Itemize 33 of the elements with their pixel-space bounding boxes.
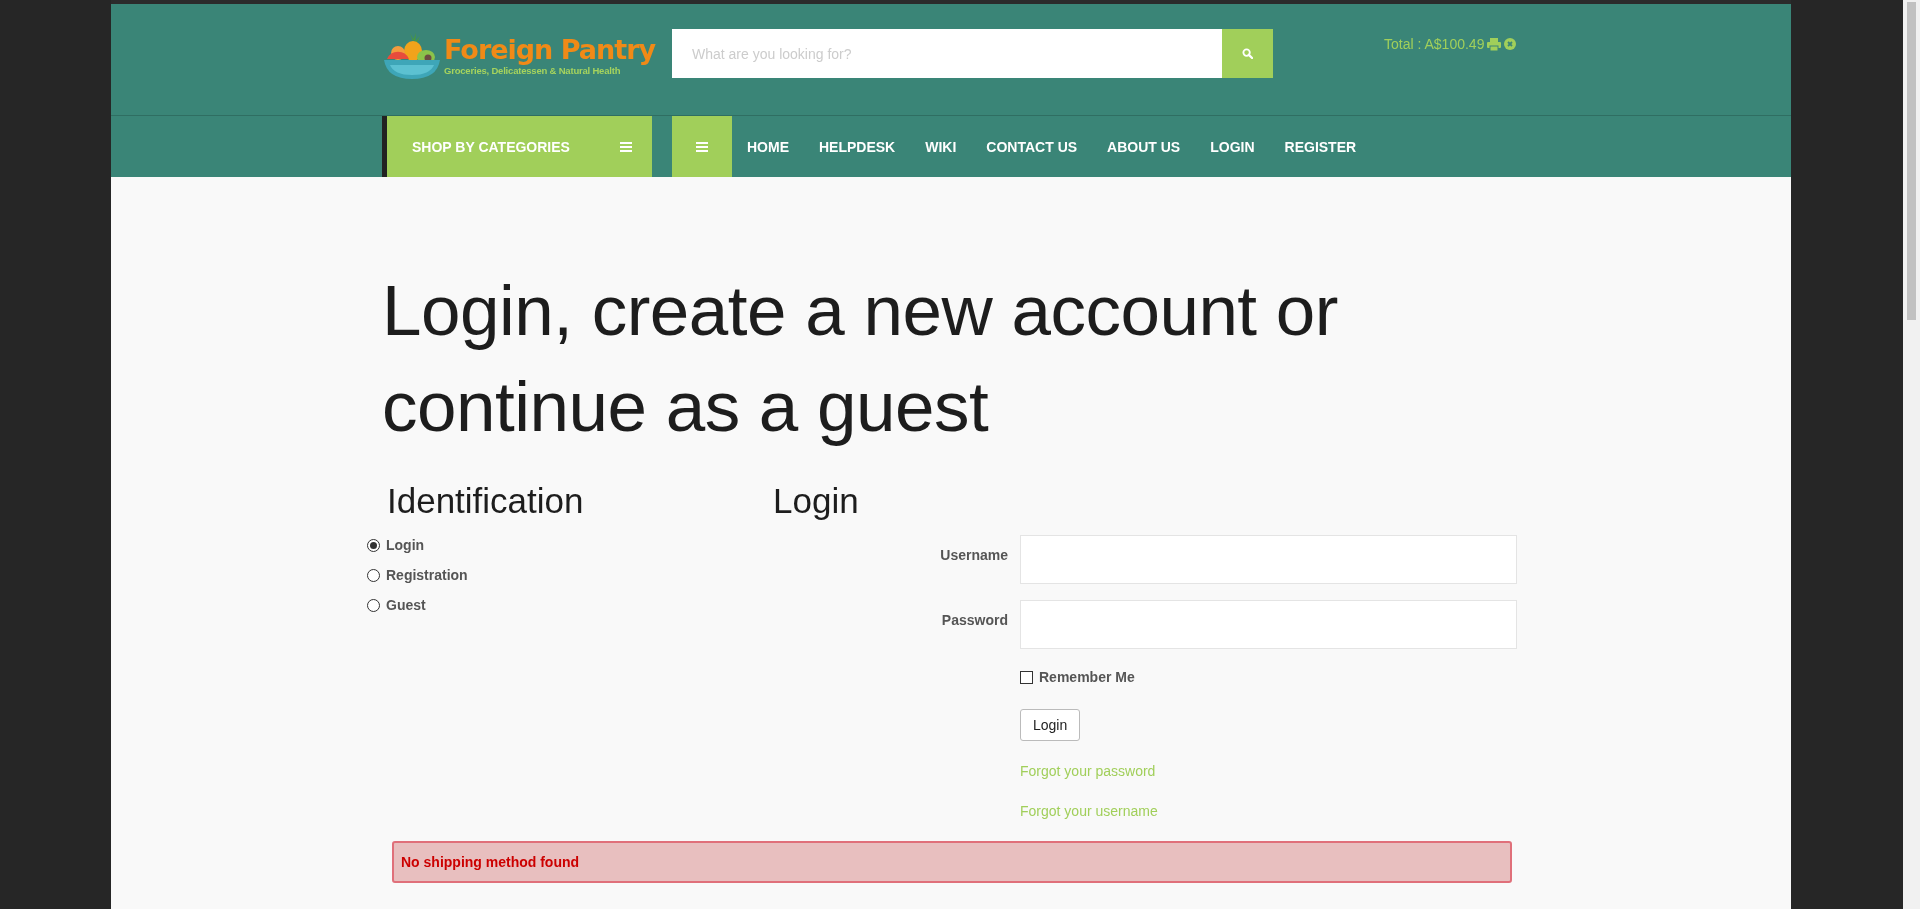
login-button[interactable]: Login <box>1020 709 1081 741</box>
search-button[interactable] <box>1222 29 1273 78</box>
nav-link[interactable]: WIKI <box>910 138 972 155</box>
menu-icon <box>696 141 708 152</box>
field-label: Password <box>940 611 1009 628</box>
section-heading: Login <box>773 480 860 522</box>
radio-label[interactable]: Login <box>386 537 425 553</box>
checkbox[interactable] <box>1020 670 1033 684</box>
section-heading: Identification <box>387 480 585 522</box>
input-field[interactable] <box>1020 535 1517 584</box>
close-icon[interactable] <box>1504 38 1517 50</box>
nav-link[interactable]: ABOUT US <box>1092 138 1196 155</box>
nav-link[interactable]: HELPDESK <box>804 138 911 155</box>
nav-link[interactable]: REGISTER <box>1269 138 1372 155</box>
nav-link[interactable]: HOME <box>732 138 804 155</box>
radio-button[interactable] <box>367 598 380 612</box>
menu-icon <box>620 141 632 152</box>
nav-link[interactable]: CONTACT US <box>971 138 1093 155</box>
cart-total[interactable]: Total : A$100.49 <box>1384 36 1485 52</box>
logo-tagline: Groceries, Delicatessen & Natural Health <box>444 64 621 76</box>
radio-label[interactable]: Guest <box>386 597 426 613</box>
scrollbar[interactable] <box>1903 0 1920 909</box>
checkbox-label[interactable]: Remember Me <box>1039 669 1135 685</box>
radio-label[interactable]: Registration <box>386 567 468 583</box>
print-icon[interactable] <box>1487 37 1502 51</box>
error-alert: No shipping method found <box>392 841 1512 883</box>
field-label: Username <box>939 546 1009 563</box>
radio-button[interactable] <box>367 568 380 582</box>
nav-link[interactable]: LOGIN <box>1195 138 1270 155</box>
page-title: Login, create a new account or continue as a guest <box>382 270 1339 448</box>
input-field[interactable] <box>1020 600 1517 649</box>
radio-button[interactable] <box>367 538 380 552</box>
search-icon <box>1242 48 1253 59</box>
